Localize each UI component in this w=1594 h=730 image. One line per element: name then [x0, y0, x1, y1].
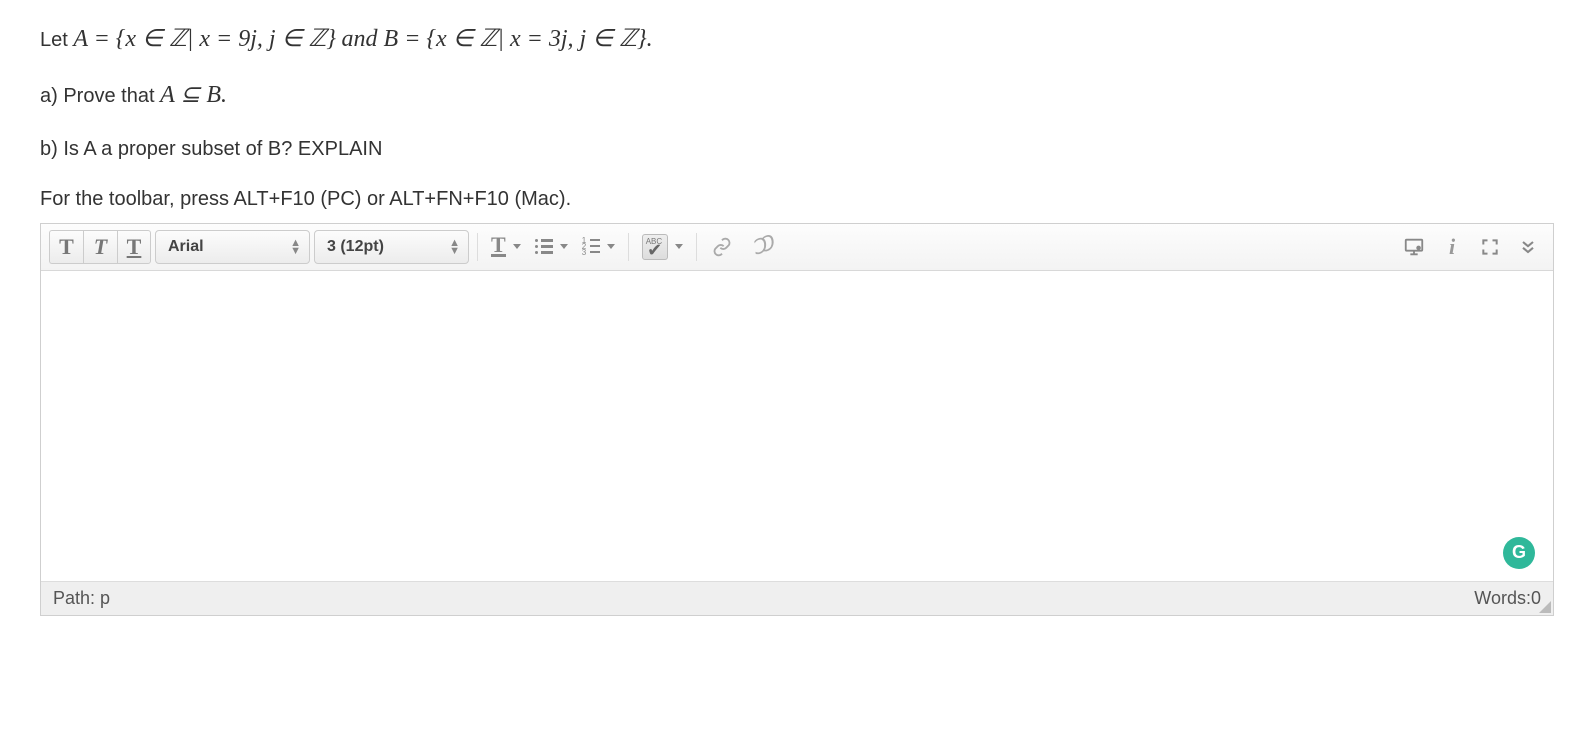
link-icon: [712, 237, 732, 257]
italic-icon: T: [94, 234, 107, 260]
underline-icon: T: [127, 234, 142, 260]
chevron-down-icon: [560, 244, 568, 249]
toolbar-separator: [477, 233, 478, 261]
path-value: p: [100, 588, 110, 608]
numbered-list-icon: [582, 238, 600, 256]
question-part-b: b) Is A a proper subset of B? EXPLAIN: [40, 133, 1554, 165]
set-a-def: A = {x ∈ ℤ| x = 9j, j ∈ ℤ}: [73, 26, 336, 52]
bullet-list-icon: [535, 238, 553, 256]
path-display: Path: p: [53, 588, 110, 609]
toolbar-separator: [628, 233, 629, 261]
editor-statusbar: Path: p Words:0: [41, 581, 1553, 615]
help-button[interactable]: i: [1435, 230, 1469, 264]
select-arrows-icon: ▲▼: [449, 239, 460, 255]
font-size-select[interactable]: 3 (12pt) ▲▼: [314, 230, 469, 264]
fullscreen-button[interactable]: [1473, 230, 1507, 264]
editor-toolbar: T T T Arial ▲▼ 3 (12pt) ▲▼ T A: [41, 224, 1553, 271]
numbered-list-button[interactable]: [577, 230, 620, 264]
font-family-value: Arial: [168, 238, 204, 256]
info-icon: i: [1449, 234, 1455, 260]
question-area: Let A = {x ∈ ℤ| x = 9j, j ∈ ℤ} and B = {…: [40, 20, 1554, 215]
toolbar-right-tools: i: [1397, 230, 1545, 264]
underline-button[interactable]: T: [117, 230, 151, 264]
set-b-def: B = {x ∈ ℤ| x = 3j, j ∈ ℤ}.: [384, 26, 653, 52]
path-label: Path:: [53, 588, 100, 608]
link-button[interactable]: [705, 230, 739, 264]
text-let: Let: [40, 29, 73, 51]
more-button[interactable]: [1511, 230, 1545, 264]
text-color-button[interactable]: T: [486, 230, 526, 264]
spellcheck-icon: ABC✔: [642, 234, 668, 260]
part-a-text: a) Prove that: [40, 85, 160, 107]
preview-button[interactable]: [1397, 230, 1431, 264]
chevron-down-icon: [513, 244, 521, 249]
select-arrows-icon: ▲▼: [290, 239, 301, 255]
expand-icon: [1480, 237, 1500, 257]
monitor-icon: [1403, 236, 1425, 258]
italic-button[interactable]: T: [83, 230, 117, 264]
double-chevron-down-icon: [1518, 237, 1538, 257]
question-definition: Let A = {x ∈ ℤ| x = 9j, j ∈ ℤ} and B = {…: [40, 20, 1554, 58]
question-part-a: a) Prove that A ⊆ B.: [40, 76, 1554, 114]
chevron-down-icon: [675, 244, 683, 249]
editor-body: G: [41, 271, 1553, 581]
toolbar-hint: For the toolbar, press ALT+F10 (PC) or A…: [40, 183, 1554, 215]
font-family-select[interactable]: Arial ▲▼: [155, 230, 310, 264]
spellcheck-button[interactable]: ABC✔: [637, 230, 688, 264]
font-size-value: 3 (12pt): [327, 238, 384, 256]
rich-text-editor: T T T Arial ▲▼ 3 (12pt) ▲▼ T A: [40, 223, 1554, 616]
editor-content-area[interactable]: [41, 271, 1553, 581]
bold-icon: T: [59, 234, 74, 260]
grammarly-badge[interactable]: G: [1503, 537, 1535, 569]
unlink-icon: ꓛꓛ: [748, 232, 772, 261]
unlink-button[interactable]: ꓛꓛ: [743, 230, 777, 264]
part-a-math: A ⊆ B.: [160, 82, 227, 108]
text-and: and: [342, 26, 384, 52]
word-count: Words:0: [1474, 588, 1541, 609]
chevron-down-icon: [607, 244, 615, 249]
toolbar-separator: [696, 233, 697, 261]
resize-handle[interactable]: [1537, 599, 1551, 613]
words-label: Words:: [1474, 588, 1531, 608]
text-style-group: T T T: [49, 230, 151, 264]
bullet-list-button[interactable]: [530, 230, 573, 264]
text-color-icon: T: [491, 236, 506, 257]
bold-button[interactable]: T: [49, 230, 83, 264]
